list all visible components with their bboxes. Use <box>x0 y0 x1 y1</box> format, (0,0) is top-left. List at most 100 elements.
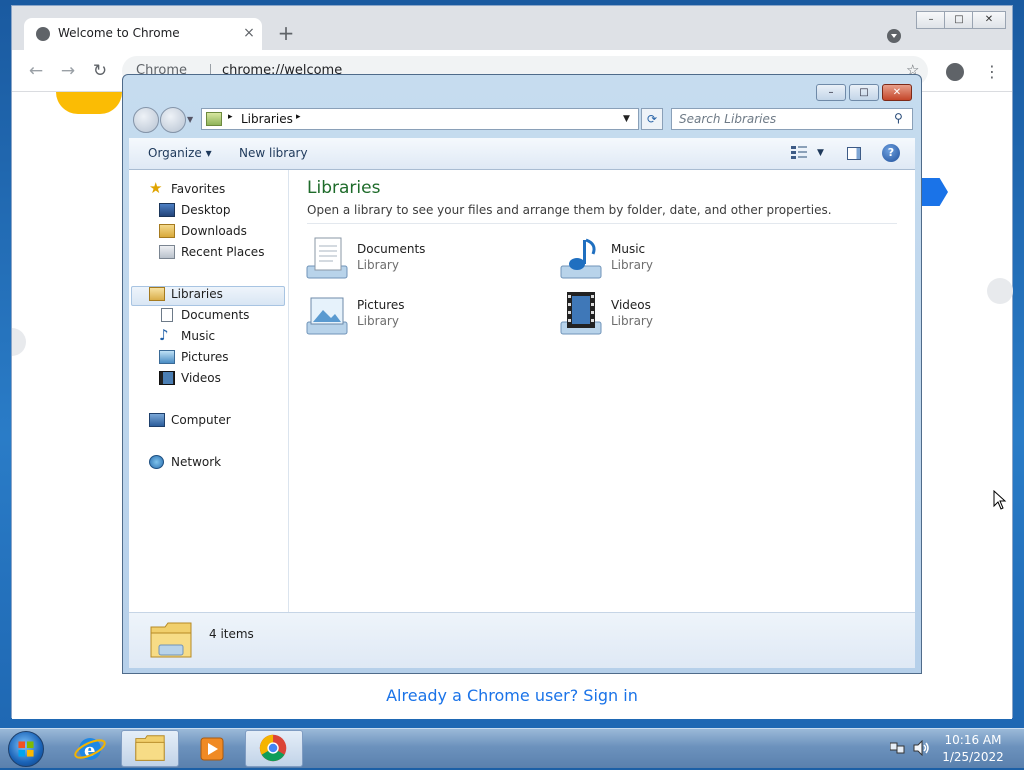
library-pictures[interactable]: Pictures Library <box>303 290 543 340</box>
videos-library-icon <box>560 292 602 335</box>
taskbar-chrome[interactable] <box>245 730 303 767</box>
explorer-maximize-button[interactable]: □ <box>849 84 879 101</box>
windows-logo-icon <box>18 741 34 757</box>
downloads-folder-icon <box>159 224 175 238</box>
recent-pages-icon[interactable]: ▼ <box>187 115 193 124</box>
documents-icon <box>161 308 173 322</box>
nav-item-downloads[interactable]: Downloads <box>159 221 279 241</box>
back-button[interactable] <box>133 107 159 133</box>
chrome-maximize-button[interactable]: □ <box>944 11 974 29</box>
music-library-icon <box>560 238 602 279</box>
new-tab-button[interactable]: + <box>274 22 298 46</box>
sign-in-link[interactable]: Already a Chrome user? Sign in <box>12 686 1012 705</box>
nav-item-label: Network <box>171 455 222 469</box>
nav-item-label: Libraries <box>171 287 223 301</box>
chrome-tab-strip: Welcome to Chrome × + – □ ✕ <box>12 6 1012 50</box>
clock-date[interactable]: 1/25/2022 <box>930 750 1016 764</box>
chrome-tab-welcome[interactable]: Welcome to Chrome × <box>24 18 262 50</box>
taskbar: e 10:16 AM 1/25/2022 <box>0 728 1024 768</box>
documents-library-icon <box>306 237 348 279</box>
refresh-button[interactable]: ⟳ <box>641 108 663 130</box>
page-title: Libraries <box>307 178 381 198</box>
taskbar-media-player[interactable] <box>183 730 241 767</box>
nav-item-label: Pictures <box>181 350 229 364</box>
computer-icon <box>149 413 165 427</box>
chrome-logo-icon <box>259 734 287 762</box>
decorative-blue-shape <box>920 178 948 206</box>
nav-item-pictures[interactable]: Pictures <box>159 347 279 367</box>
nav-item-network[interactable]: Network <box>149 452 279 472</box>
library-videos[interactable]: Videos Library <box>557 290 797 340</box>
tab-search-icon[interactable] <box>887 29 901 43</box>
nav-item-videos[interactable]: Videos <box>159 368 279 388</box>
back-arrow-icon[interactable]: ← <box>26 61 46 81</box>
forward-arrow-icon[interactable]: → <box>58 61 78 81</box>
library-name: Pictures <box>357 298 405 312</box>
media-player-icon <box>200 737 224 761</box>
taskbar-internet-explorer[interactable]: e <box>60 730 118 767</box>
menu-icon[interactable]: ⋮ <box>984 62 1000 81</box>
address-dropdown-icon[interactable]: ▼ <box>623 114 630 124</box>
breadcrumb-arrow-icon[interactable]: ▸ <box>296 112 301 122</box>
library-type: Library <box>611 258 653 272</box>
search-input[interactable]: Search Libraries ⚲ <box>671 108 913 130</box>
nav-item-label: Documents <box>181 308 250 322</box>
organize-button[interactable]: Organize ▾ <box>148 146 212 160</box>
library-music[interactable]: Music Library <box>557 234 797 284</box>
preview-pane-icon[interactable] <box>847 147 861 160</box>
views-dropdown-icon[interactable]: ▼ <box>817 148 824 158</box>
navigation-pane: ★ Favorites Desktop Downloads Recent Pla… <box>129 170 289 612</box>
library-type: Library <box>357 314 399 328</box>
close-icon[interactable]: × <box>240 23 258 43</box>
profile-icon[interactable] <box>946 63 964 81</box>
nav-item-desktop[interactable]: Desktop <box>159 200 279 220</box>
internet-explorer-icon: e <box>74 738 106 761</box>
explorer-close-button[interactable]: ✕ <box>882 84 912 101</box>
reload-icon[interactable]: ↻ <box>90 61 110 81</box>
nav-item-label: Desktop <box>181 203 231 217</box>
chrome-close-button[interactable]: ✕ <box>972 11 1006 29</box>
page-description: Open a library to see your files and arr… <box>307 203 832 217</box>
change-view-icon[interactable] <box>791 146 807 160</box>
content-pane: Libraries Open a library to see your fil… <box>289 170 915 612</box>
breadcrumb-libraries[interactable]: Libraries <box>241 112 293 126</box>
explorer-minimize-button[interactable]: – <box>816 84 846 101</box>
nav-item-label: Recent Places <box>181 245 265 259</box>
chrome-tab-title: Welcome to Chrome <box>58 26 180 40</box>
library-name: Documents <box>357 242 426 256</box>
nav-item-documents[interactable]: Documents <box>159 305 279 325</box>
start-button[interactable] <box>8 731 44 767</box>
divider <box>307 223 897 224</box>
library-documents[interactable]: Documents Library <box>303 234 543 284</box>
library-name: Music <box>611 242 646 256</box>
breadcrumb-arrow-icon[interactable]: ▸ <box>228 112 233 122</box>
pictures-library-icon <box>306 297 348 335</box>
nav-item-music[interactable]: ♪ Music <box>159 326 279 346</box>
nav-item-libraries[interactable]: Libraries <box>149 284 279 304</box>
decorative-gray-shape <box>987 278 1013 304</box>
nav-item-label: Favorites <box>171 182 226 196</box>
address-bar[interactable]: ▸ Libraries ▸ ▼ <box>201 108 639 130</box>
nav-item-label: Downloads <box>181 224 247 238</box>
decorative-yellow-shape <box>56 92 122 114</box>
network-tray-icon[interactable] <box>890 741 906 755</box>
new-library-button[interactable]: New library <box>239 146 308 160</box>
help-icon[interactable]: ? <box>882 144 900 162</box>
desktop-icon <box>159 203 175 217</box>
volume-icon[interactable] <box>913 740 931 756</box>
library-name: Videos <box>611 298 651 312</box>
taskbar-windows-explorer[interactable] <box>121 730 179 767</box>
forward-button[interactable] <box>160 107 186 133</box>
folder-icon <box>135 735 165 761</box>
nav-item-label: Music <box>181 329 216 343</box>
nav-item-recent-places[interactable]: Recent Places <box>159 242 284 262</box>
libraries-folder-icon <box>150 622 192 658</box>
film-strip-icon <box>159 371 175 385</box>
mouse-cursor-icon <box>993 490 1007 510</box>
search-icon[interactable]: ⚲ <box>894 111 903 125</box>
nav-item-favorites[interactable]: ★ Favorites <box>149 179 279 199</box>
clock-time[interactable]: 10:16 AM <box>930 733 1016 747</box>
nav-item-computer[interactable]: Computer <box>149 410 279 430</box>
star-icon: ★ <box>149 179 163 197</box>
chrome-minimize-button[interactable]: – <box>916 11 946 29</box>
